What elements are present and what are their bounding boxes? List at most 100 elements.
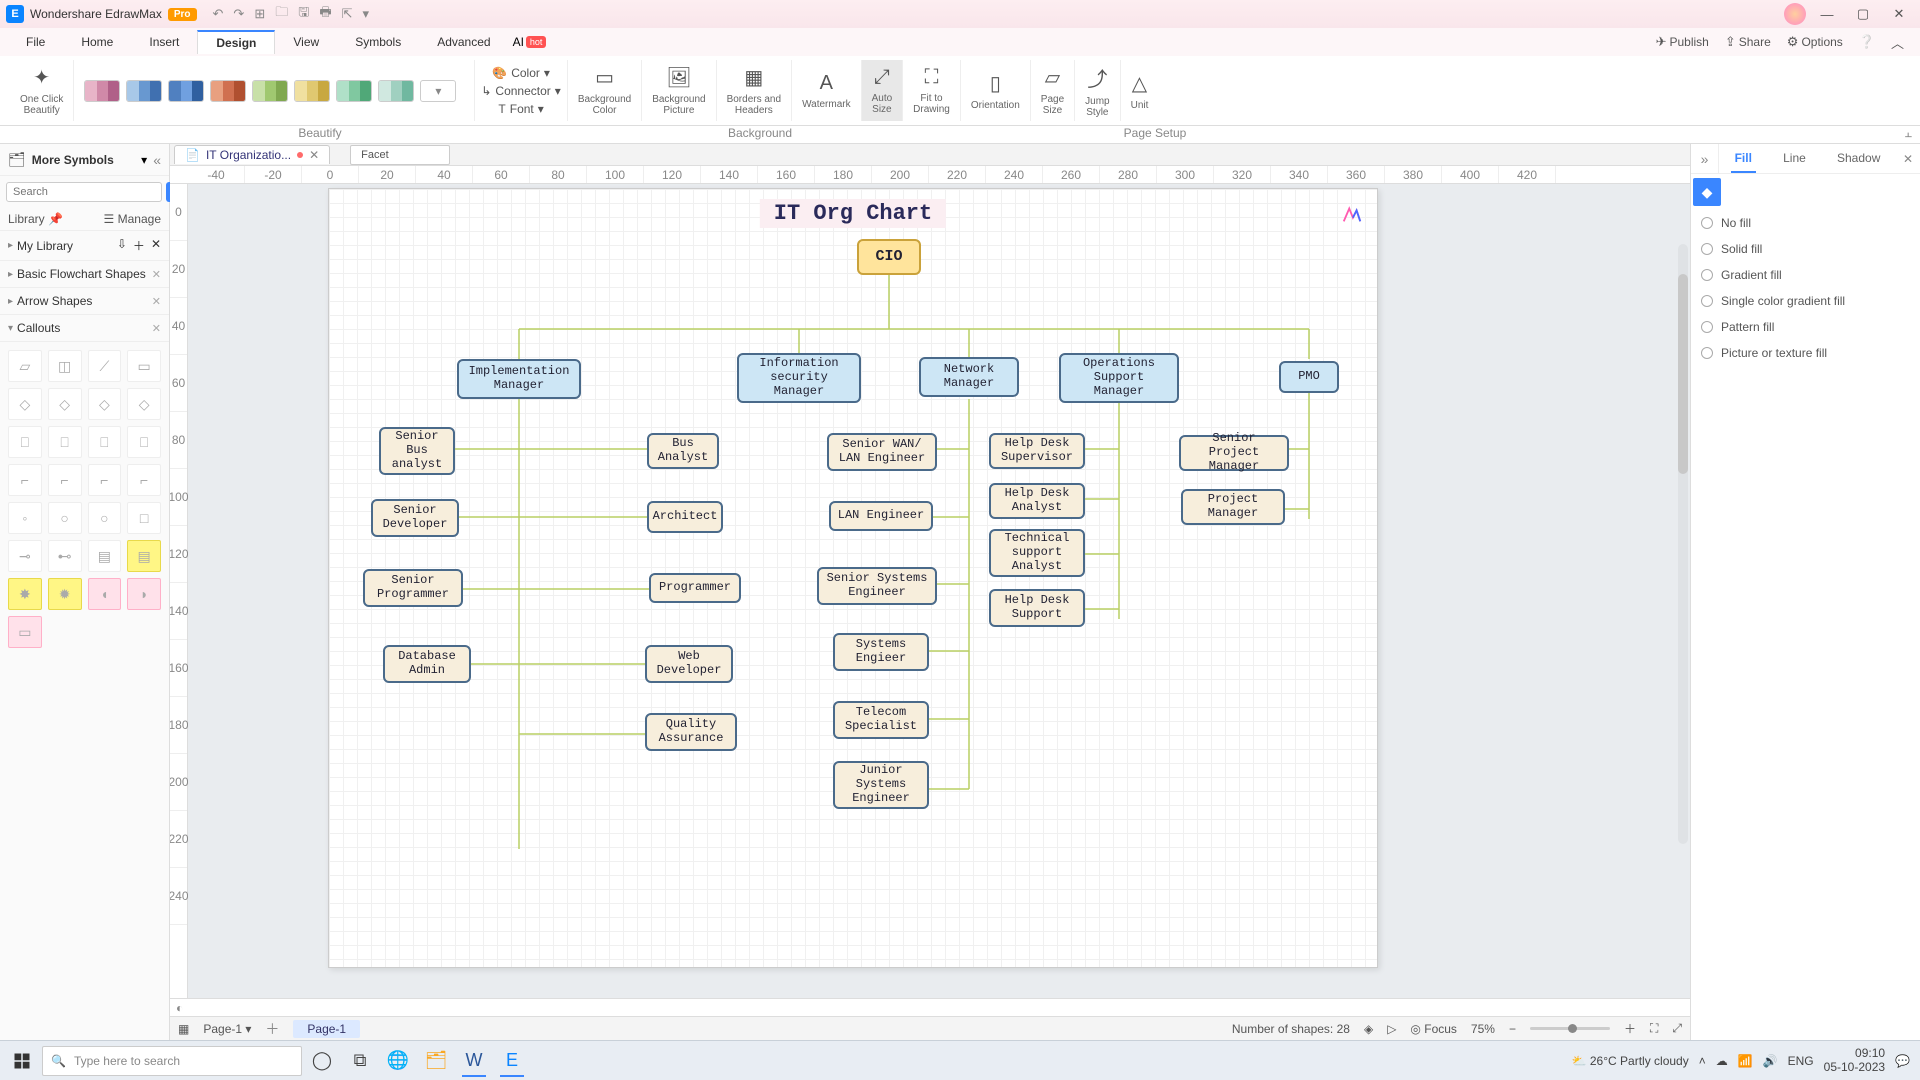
zoom-in-button[interactable]: ＋ — [1624, 1020, 1636, 1037]
fit-drawing-button[interactable]: ⛶Fit to Drawing — [913, 66, 950, 115]
menu-ai[interactable]: AIhot — [513, 35, 547, 49]
tab-close-icon[interactable]: ✕ — [309, 148, 319, 162]
zoom-out-button[interactable]: − — [1509, 1022, 1516, 1036]
user-avatar[interactable] — [1784, 3, 1806, 25]
radio-solid-fill[interactable]: Solid fill — [1701, 242, 1910, 256]
node-pmo[interactable]: PMO — [1279, 361, 1339, 393]
node-cio[interactable]: CIO — [857, 239, 921, 275]
section-callouts[interactable]: ▾Callouts✕ — [0, 315, 169, 342]
node-dba[interactable]: Database Admin — [383, 645, 471, 683]
node-senior-project-manager[interactable]: Senior Project Manager — [1179, 435, 1289, 471]
radio-no-fill[interactable]: No fill — [1701, 216, 1910, 230]
collapse-panel-icon[interactable]: « — [153, 152, 161, 168]
shape-callout[interactable]: ▭ — [8, 616, 42, 648]
add-icon[interactable]: ＋ — [133, 237, 145, 254]
document-tab[interactable]: 📄 IT Organizatio... ✕ — [174, 145, 330, 164]
shape-callout[interactable]: ◇ — [8, 388, 42, 420]
more-symbols-dropdown-icon[interactable]: ▾ — [141, 153, 147, 167]
zoom-slider-thumb[interactable] — [1568, 1024, 1577, 1033]
shape-callout[interactable]: ⎕ — [48, 426, 82, 458]
section-close-icon[interactable]: ✕ — [152, 268, 161, 281]
canvas-scrollbar[interactable] — [1678, 244, 1688, 844]
shape-callout[interactable]: ⌐ — [8, 464, 42, 496]
shape-callout[interactable]: □ — [127, 502, 161, 534]
shape-callout[interactable]: ○ — [88, 502, 122, 534]
section-close-icon[interactable]: ✕ — [151, 237, 161, 254]
node-systems-engineer[interactable]: Systems Engieer — [833, 633, 929, 671]
theme-swatch[interactable] — [336, 80, 372, 102]
connector-dropdown[interactable]: ↳Connector▾ — [481, 84, 560, 98]
node-senior-wan-lan[interactable]: Senior WAN/ LAN Engineer — [827, 433, 937, 471]
theme-gallery[interactable]: ▾ — [84, 80, 464, 102]
node-network-manager[interactable]: Network Manager — [919, 357, 1019, 397]
page-list-icon[interactable]: ▦ — [178, 1022, 189, 1036]
shape-callout[interactable]: ⊸ — [8, 540, 42, 572]
radio-gradient-fill[interactable]: Gradient fill — [1701, 268, 1910, 282]
mylibrary-section[interactable]: ▸ My Library ⇩ ＋ ✕ — [0, 231, 169, 261]
page-tab[interactable]: Page-1 — [293, 1020, 360, 1038]
shape-callout[interactable]: ⎕ — [127, 426, 161, 458]
theme-swatch[interactable] — [252, 80, 288, 102]
shape-callout[interactable]: ⌐ — [127, 464, 161, 496]
node-project-manager[interactable]: Project Manager — [1181, 489, 1285, 525]
tray-wifi-icon[interactable]: 📶 — [1738, 1054, 1753, 1068]
node-senior-programmer[interactable]: Senior Programmer — [363, 569, 463, 607]
tab-line[interactable]: Line — [1779, 145, 1810, 173]
menu-symbols[interactable]: Symbols — [337, 31, 419, 53]
focus-button[interactable]: ◎ Focus — [1410, 1022, 1457, 1036]
node-helpdesk-support[interactable]: Help Desk Support — [989, 589, 1085, 627]
minimize-button[interactable]: — — [1812, 7, 1842, 22]
tray-language-icon[interactable]: ENG — [1788, 1054, 1814, 1068]
shape-callout[interactable]: ▤ — [88, 540, 122, 572]
tray-volume-icon[interactable]: 🔊 — [1763, 1054, 1778, 1068]
one-click-beautify-button[interactable]: ✦One Click Beautify — [20, 65, 63, 116]
theme-swatch[interactable] — [84, 80, 120, 102]
taskbar-word[interactable]: W — [456, 1045, 492, 1077]
shape-callout[interactable]: ⎕ — [8, 426, 42, 458]
options-button[interactable]: ⚙Options — [1779, 34, 1851, 50]
shape-callout[interactable]: ✹ — [48, 578, 82, 610]
help-button[interactable]: ❔ — [1851, 34, 1883, 50]
theme-swatch[interactable] — [168, 80, 204, 102]
section-close-icon[interactable]: ✕ — [152, 322, 161, 335]
color-dropdown[interactable]: 🎨Color▾ — [492, 66, 550, 80]
theme-more-button[interactable]: ▾ — [420, 80, 456, 102]
shape-callout[interactable]: ◦ — [8, 502, 42, 534]
shape-callout[interactable]: ⌐ — [88, 464, 122, 496]
share-button[interactable]: ⇪Share — [1717, 34, 1779, 50]
qat-more-icon[interactable]: ▾ — [363, 6, 370, 22]
watermark-button[interactable]: AWatermark — [802, 72, 851, 110]
node-junior-systems-eng[interactable]: Junior Systems Engineer — [833, 761, 929, 809]
shape-callout[interactable]: ⟋ — [88, 350, 122, 382]
shape-callout[interactable]: ▭ — [127, 350, 161, 382]
panel-close-icon[interactable]: ✕ — [1896, 152, 1920, 166]
print-icon[interactable]: 🖶 — [319, 3, 331, 25]
taskbar-clock[interactable]: 09:10 05-10-2023 — [1824, 1047, 1885, 1073]
open-icon[interactable]: 🗀 — [275, 3, 288, 25]
shape-callout[interactable]: ✸ — [8, 578, 42, 610]
font-dropdown[interactable]: TFont▾ — [498, 102, 543, 116]
menu-design[interactable]: Design — [197, 30, 275, 54]
shape-callout[interactable]: ⊷ — [48, 540, 82, 572]
shape-callout[interactable]: ⎕ — [88, 426, 122, 458]
fullscreen-icon[interactable]: ⤢ — [1672, 1021, 1682, 1036]
radio-pattern-fill[interactable]: Pattern fill — [1701, 320, 1910, 334]
tab-fill[interactable]: Fill — [1731, 145, 1756, 173]
collapse-ribbon-button[interactable]: ︿ — [1883, 33, 1912, 52]
presentation-icon[interactable]: ▷ — [1387, 1022, 1396, 1036]
redo-icon[interactable]: ↷ — [233, 6, 244, 22]
theme-swatch[interactable] — [378, 80, 414, 102]
taskbar-explorer[interactable]: 🗂 — [418, 1045, 454, 1077]
save-icon[interactable]: 🖫 — [298, 3, 309, 25]
theme-swatch[interactable] — [126, 80, 162, 102]
section-basic-flowchart[interactable]: ▸Basic Flowchart Shapes✕ — [0, 261, 169, 288]
node-programmer[interactable]: Programmer — [649, 573, 741, 603]
page-selector[interactable]: Page-1 ▾ — [203, 1022, 251, 1036]
page-size-button[interactable]: ▱Page Size — [1041, 65, 1064, 116]
weather-widget[interactable]: ⛅ 26°C Partly cloudy — [1572, 1054, 1689, 1068]
menu-insert[interactable]: Insert — [131, 31, 197, 53]
menu-file[interactable]: File — [8, 31, 63, 53]
node-ops-manager[interactable]: Operations Support Manager — [1059, 353, 1179, 403]
node-telecom-specialist[interactable]: Telecom Specialist — [833, 701, 929, 739]
node-bus-analyst[interactable]: Bus Analyst — [647, 433, 719, 469]
